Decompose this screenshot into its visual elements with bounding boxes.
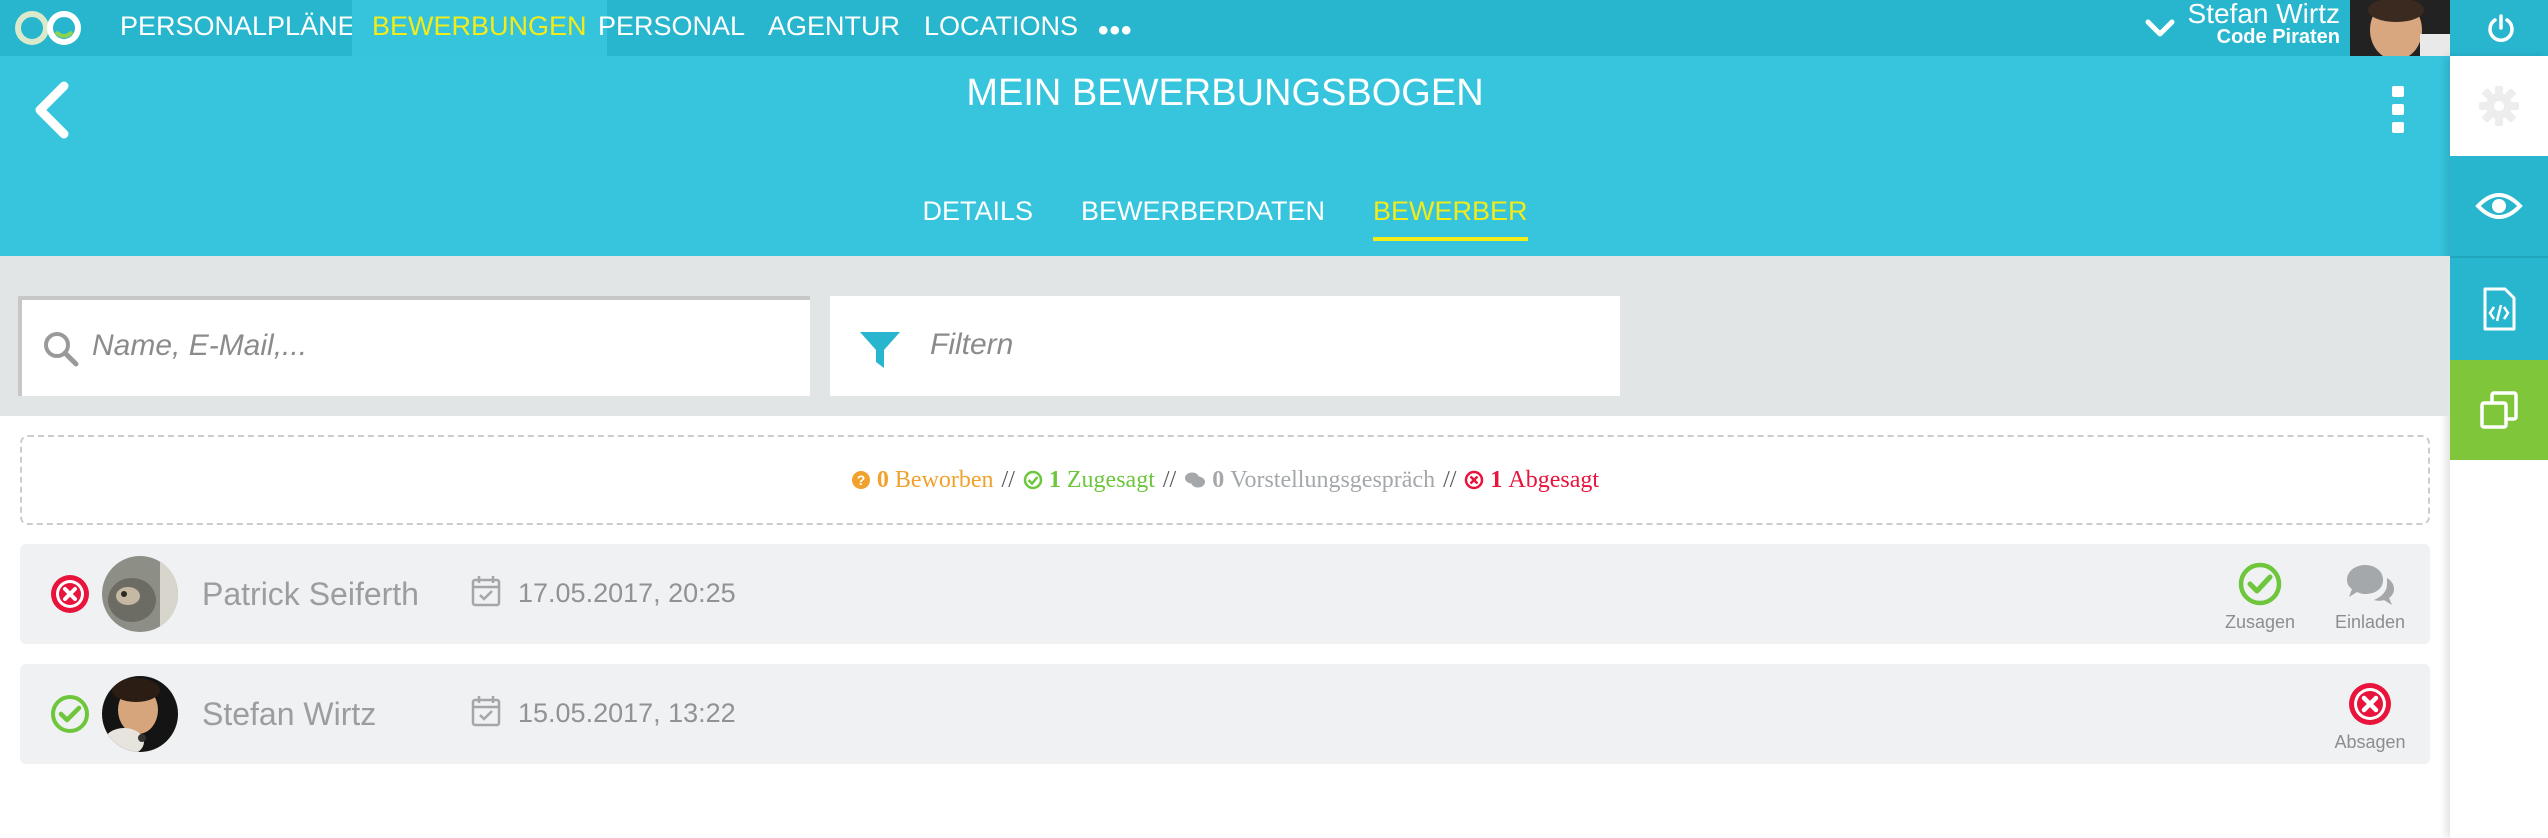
nav-item-locations[interactable]: LOCATIONS bbox=[904, 0, 1098, 56]
nav-item-personalplaene[interactable]: PERSONALPLÄNE bbox=[100, 0, 376, 56]
question-circle-icon: ? bbox=[851, 471, 870, 489]
applicant-name[interactable]: Stefan Wirtz bbox=[202, 696, 376, 733]
page-title: MEIN BEWERBUNGSBOGEN bbox=[966, 72, 1484, 114]
summary-zugesagt-count: 1 bbox=[1048, 466, 1061, 493]
calendar-check-icon bbox=[470, 574, 502, 608]
user-avatar[interactable] bbox=[2350, 0, 2450, 56]
svg-text:?: ? bbox=[857, 472, 866, 488]
zusagen-label: Zusagen bbox=[2224, 612, 2296, 632]
summary-vorstellung[interactable]: 0 Vorstellungsgespräch bbox=[1184, 467, 1435, 494]
summary-abgesagt-count: 1 bbox=[1490, 466, 1503, 493]
summary-separator: // bbox=[1001, 466, 1015, 493]
avatar[interactable] bbox=[102, 676, 178, 752]
filter-icon bbox=[858, 328, 902, 372]
power-icon[interactable] bbox=[2454, 0, 2548, 56]
tab-bewerber[interactable]: BEWERBER bbox=[1373, 196, 1528, 241]
code-file-icon[interactable] bbox=[2450, 256, 2548, 360]
x-circle-icon bbox=[2349, 683, 2391, 725]
avatar[interactable] bbox=[102, 556, 178, 632]
summary-separator: // bbox=[1443, 466, 1457, 493]
summary-separator: // bbox=[1162, 466, 1177, 493]
absagen-button[interactable]: Absagen bbox=[2325, 682, 2415, 753]
tab-bar: DETAILS BEWERBERDATEN BEWERBER bbox=[0, 196, 2450, 241]
search-icon bbox=[42, 330, 80, 368]
filter-field[interactable]: Filtern bbox=[830, 296, 1620, 396]
summary-beworben-count: 0 bbox=[876, 466, 889, 493]
calendar-check-icon bbox=[470, 694, 502, 728]
summary-vorstellung-count: 0 bbox=[1212, 466, 1225, 493]
search-field[interactable] bbox=[18, 296, 810, 396]
user-company: Code Piraten bbox=[2216, 26, 2340, 48]
right-sidebar bbox=[2450, 56, 2548, 838]
summary-vorstellung-label: Vorstellungsgespräch bbox=[1230, 466, 1436, 493]
applicant-row[interactable]: Stefan Wirtz 15.05.2017, 13:22 Absagen bbox=[20, 664, 2430, 764]
summary-beworben[interactable]: ? 0 Beworben bbox=[851, 467, 994, 494]
summary-zugesagt[interactable]: 1 Zugesagt bbox=[1023, 467, 1155, 494]
chevron-down-icon[interactable] bbox=[2142, 10, 2178, 46]
absagen-label: Absagen bbox=[2334, 732, 2406, 752]
nav-item-personal[interactable]: PERSONAL bbox=[578, 0, 765, 56]
applicant-row[interactable]: Patrick Seiferth 17.05.2017, 20:25 Zusag… bbox=[20, 544, 2430, 644]
tab-details[interactable]: DETAILS bbox=[922, 196, 1033, 241]
nav-more-button[interactable]: ••• bbox=[1098, 14, 1133, 48]
top-navigation: PERSONALPLÄNE BEWERBUNGEN PERSONAL AGENT… bbox=[0, 0, 2548, 56]
chat-bubbles-icon bbox=[1185, 472, 1206, 488]
eye-icon[interactable] bbox=[2450, 156, 2548, 256]
summary-zugesagt-label: Zugesagt bbox=[1066, 466, 1155, 493]
search-bar: Filtern bbox=[0, 256, 2450, 416]
summary-abgesagt-label: Abgesagt bbox=[1508, 466, 1600, 493]
applicant-name[interactable]: Patrick Seiferth bbox=[202, 576, 419, 613]
chat-bubbles-icon bbox=[2347, 565, 2394, 605]
x-circle-icon bbox=[1465, 470, 1484, 490]
applicant-summary: ? 0 Beworben // 1 Zugesagt // 0 Vorstell… bbox=[20, 435, 2430, 525]
check-circle-icon bbox=[1023, 470, 1043, 490]
einladen-button[interactable]: Einladen bbox=[2325, 562, 2415, 633]
tab-bewerberdaten[interactable]: BEWERBERDATEN bbox=[1081, 196, 1325, 241]
gear-icon[interactable] bbox=[2450, 56, 2548, 156]
check-circle-icon bbox=[50, 694, 90, 734]
nav-item-agentur[interactable]: AGENTUR bbox=[748, 0, 920, 56]
einladen-label: Einladen bbox=[2334, 612, 2406, 632]
filter-label: Filtern bbox=[930, 328, 1014, 361]
search-input[interactable] bbox=[92, 314, 792, 378]
summary-abgesagt[interactable]: 1 Abgesagt bbox=[1464, 467, 1599, 494]
nav-item-bewerbungen[interactable]: BEWERBUNGEN bbox=[352, 0, 607, 56]
copy-icon[interactable] bbox=[2450, 360, 2548, 460]
summary-beworben-label: Beworben bbox=[894, 466, 994, 493]
applicant-date: 15.05.2017, 13:22 bbox=[518, 698, 736, 728]
check-circle-icon bbox=[2238, 562, 2282, 606]
applicant-date: 17.05.2017, 20:25 bbox=[518, 578, 736, 608]
x-circle-icon bbox=[50, 574, 90, 614]
infinity-logo-icon[interactable] bbox=[10, 4, 88, 52]
zusagen-button[interactable]: Zusagen bbox=[2215, 562, 2305, 633]
